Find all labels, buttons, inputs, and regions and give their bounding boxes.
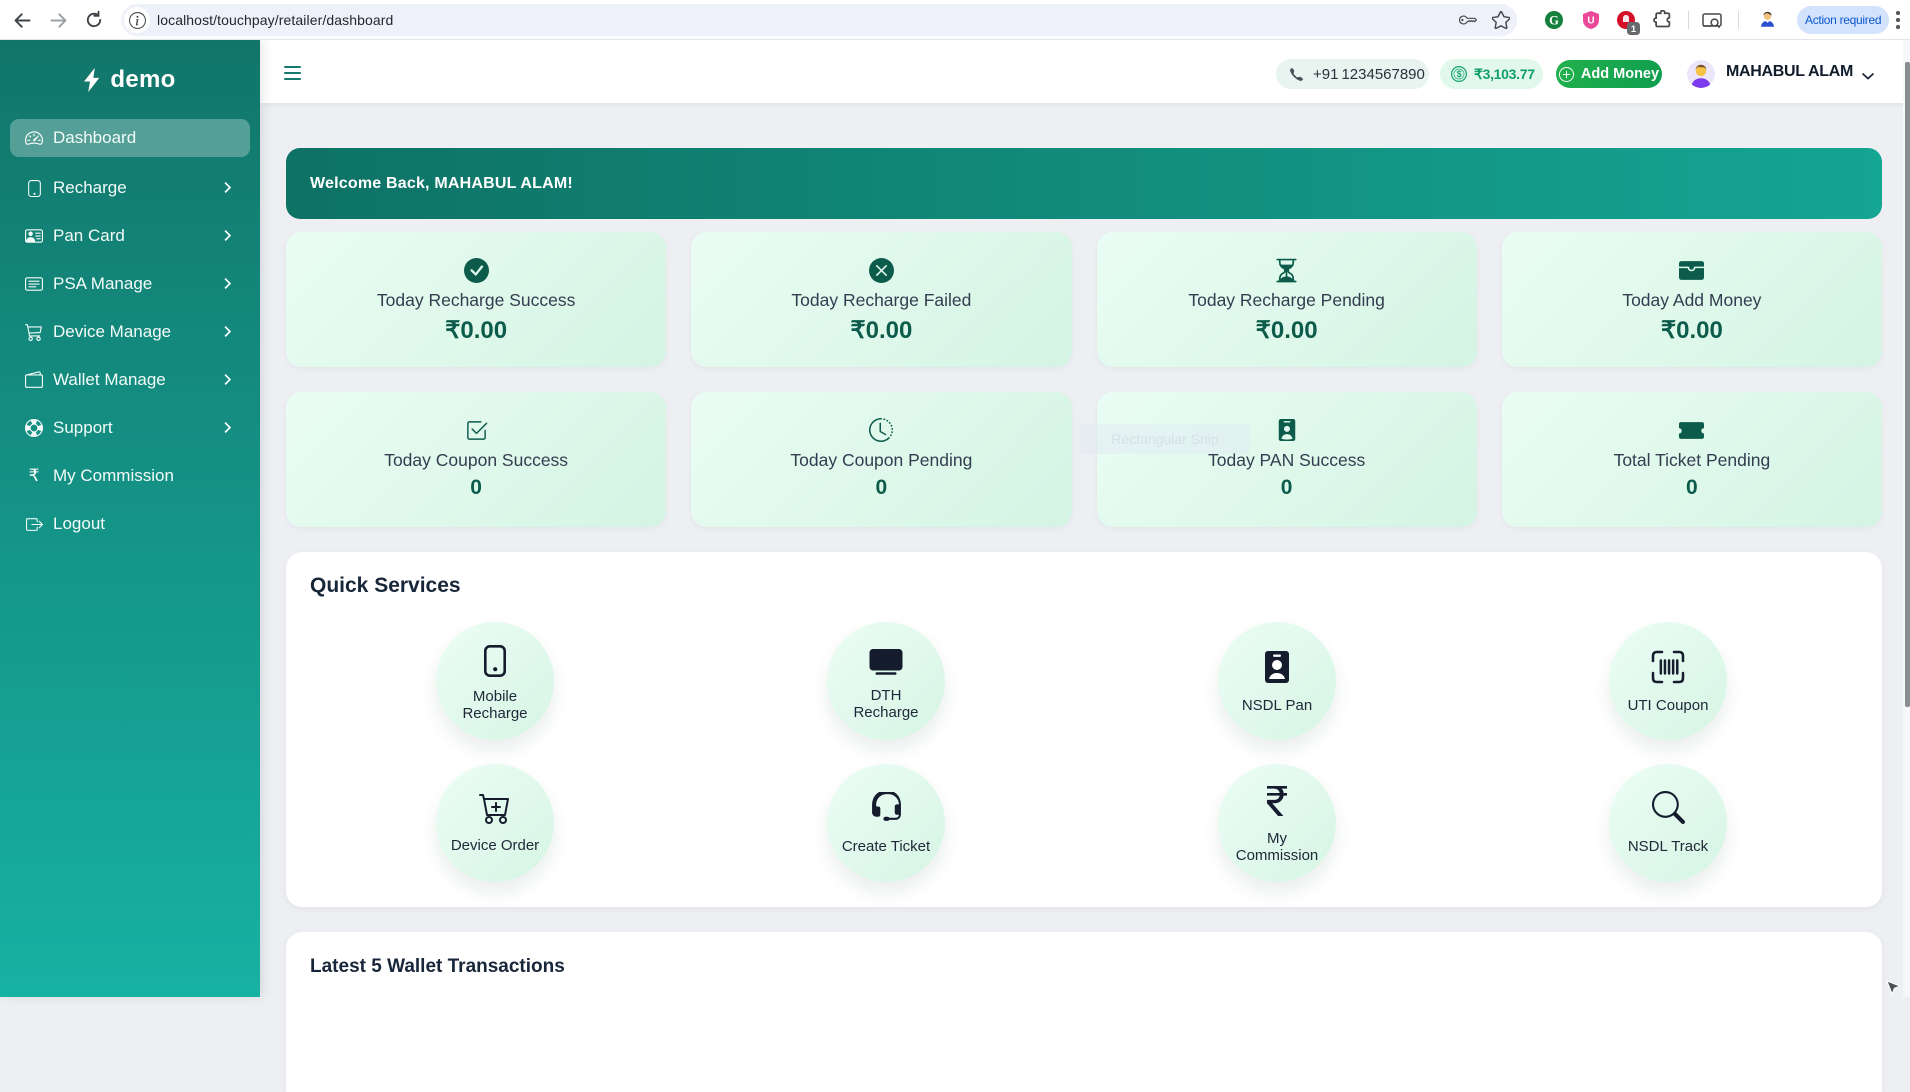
svg-text:$: $ bbox=[1457, 69, 1462, 79]
svg-text:1: 1 bbox=[1631, 24, 1637, 35]
svg-text:U: U bbox=[1587, 16, 1594, 27]
svg-text:G: G bbox=[1549, 13, 1559, 27]
